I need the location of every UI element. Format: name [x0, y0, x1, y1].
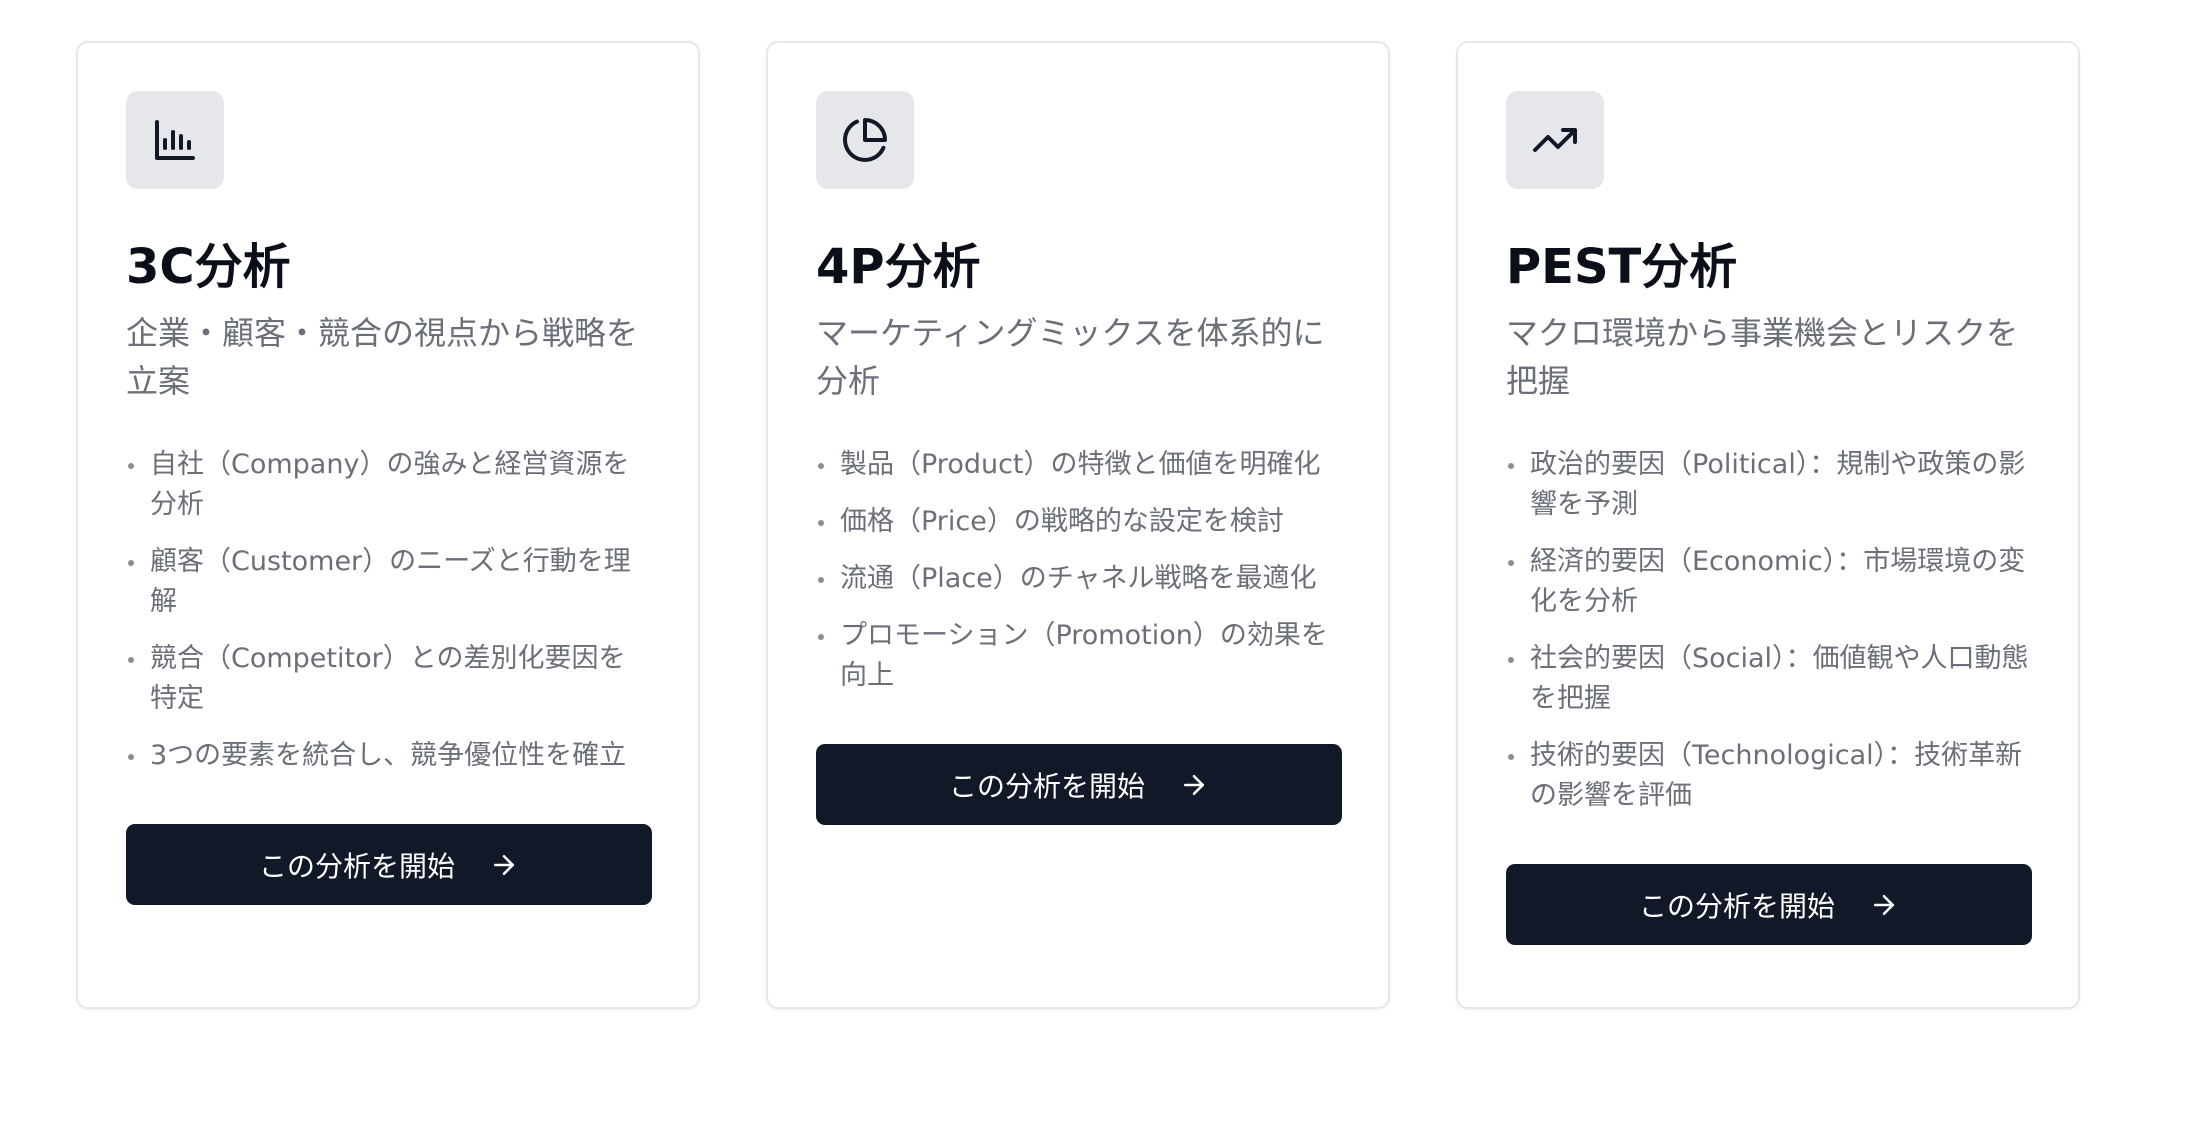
feature-list: 政治的要因（Political）：規制や政策の影響を予測 経済的要因（Econo…: [1506, 445, 2030, 816]
bar-chart-icon: [126, 91, 224, 189]
arrow-right-icon: [494, 854, 514, 875]
pie-chart-icon: [816, 91, 914, 189]
list-item: 技術的要因（Technological）：技術革新の影響を評価: [1506, 736, 2030, 816]
list-item: 顧客（Customer）のニーズと行動を理解: [126, 542, 650, 622]
start-analysis-button[interactable]: この分析を開始: [126, 824, 652, 905]
list-item: プロモーション（Promotion）の効果を向上: [816, 616, 1340, 696]
list-item: 社会的要因（Social）：価値観や人口動態を把握: [1506, 639, 2030, 719]
start-analysis-button[interactable]: この分析を開始: [1506, 864, 2032, 945]
feature-list: 製品（Product）の特徴と価値を明確化 価格（Price）の戦略的な設定を検…: [816, 445, 1340, 696]
button-label: この分析を開始: [1638, 890, 1835, 922]
card-3c-analysis: 3C分析 企業・顧客・競合の視点から戦略を立案 自社（Company）の強みと経…: [76, 41, 700, 1009]
card-title: PEST分析: [1506, 239, 1738, 295]
card-title: 4P分析: [816, 239, 981, 295]
start-analysis-button[interactable]: この分析を開始: [816, 744, 1342, 825]
list-item: 流通（Place）のチャネル戦略を最適化: [816, 559, 1340, 599]
list-item: 価格（Price）の戦略的な設定を検討: [816, 502, 1340, 542]
trending-up-icon: [1506, 91, 1604, 189]
arrow-right-icon: [1184, 774, 1204, 795]
arrow-right-icon: [1874, 894, 1894, 915]
list-item: 製品（Product）の特徴と価値を明確化: [816, 445, 1340, 485]
button-label: この分析を開始: [258, 850, 455, 882]
analysis-card-grid: 3C分析 企業・顧客・競合の視点から戦略を立案 自社（Company）の強みと経…: [76, 41, 2080, 1009]
list-item: 競合（Competitor）との差別化要因を特定: [126, 639, 650, 719]
button-label: この分析を開始: [948, 770, 1145, 802]
card-title: 3C分析: [126, 239, 291, 295]
list-item: 政治的要因（Political）：規制や政策の影響を予測: [1506, 445, 2030, 525]
card-pest-analysis: PEST分析 マクロ環境から事業機会とリスクを把握 政治的要因（Politica…: [1456, 41, 2080, 1009]
card-subtitle: マクロ環境から事業機会とリスクを把握: [1506, 314, 2019, 400]
card-subtitle: 企業・顧客・競合の視点から戦略を立案: [126, 314, 639, 400]
card-4p-analysis: 4P分析 マーケティングミックスを体系的に分析 製品（Product）の特徴と価…: [766, 41, 1390, 1009]
feature-list: 自社（Company）の強みと経営資源を分析 顧客（Customer）のニーズと…: [126, 445, 650, 776]
list-item: 3つの要素を統合し、競争優位性を確立: [126, 736, 650, 776]
list-item: 経済的要因（Economic）：市場環境の変化を分析: [1506, 542, 2030, 622]
card-subtitle: マーケティングミックスを体系的に分析: [816, 314, 1325, 400]
list-item: 自社（Company）の強みと経営資源を分析: [126, 445, 650, 525]
